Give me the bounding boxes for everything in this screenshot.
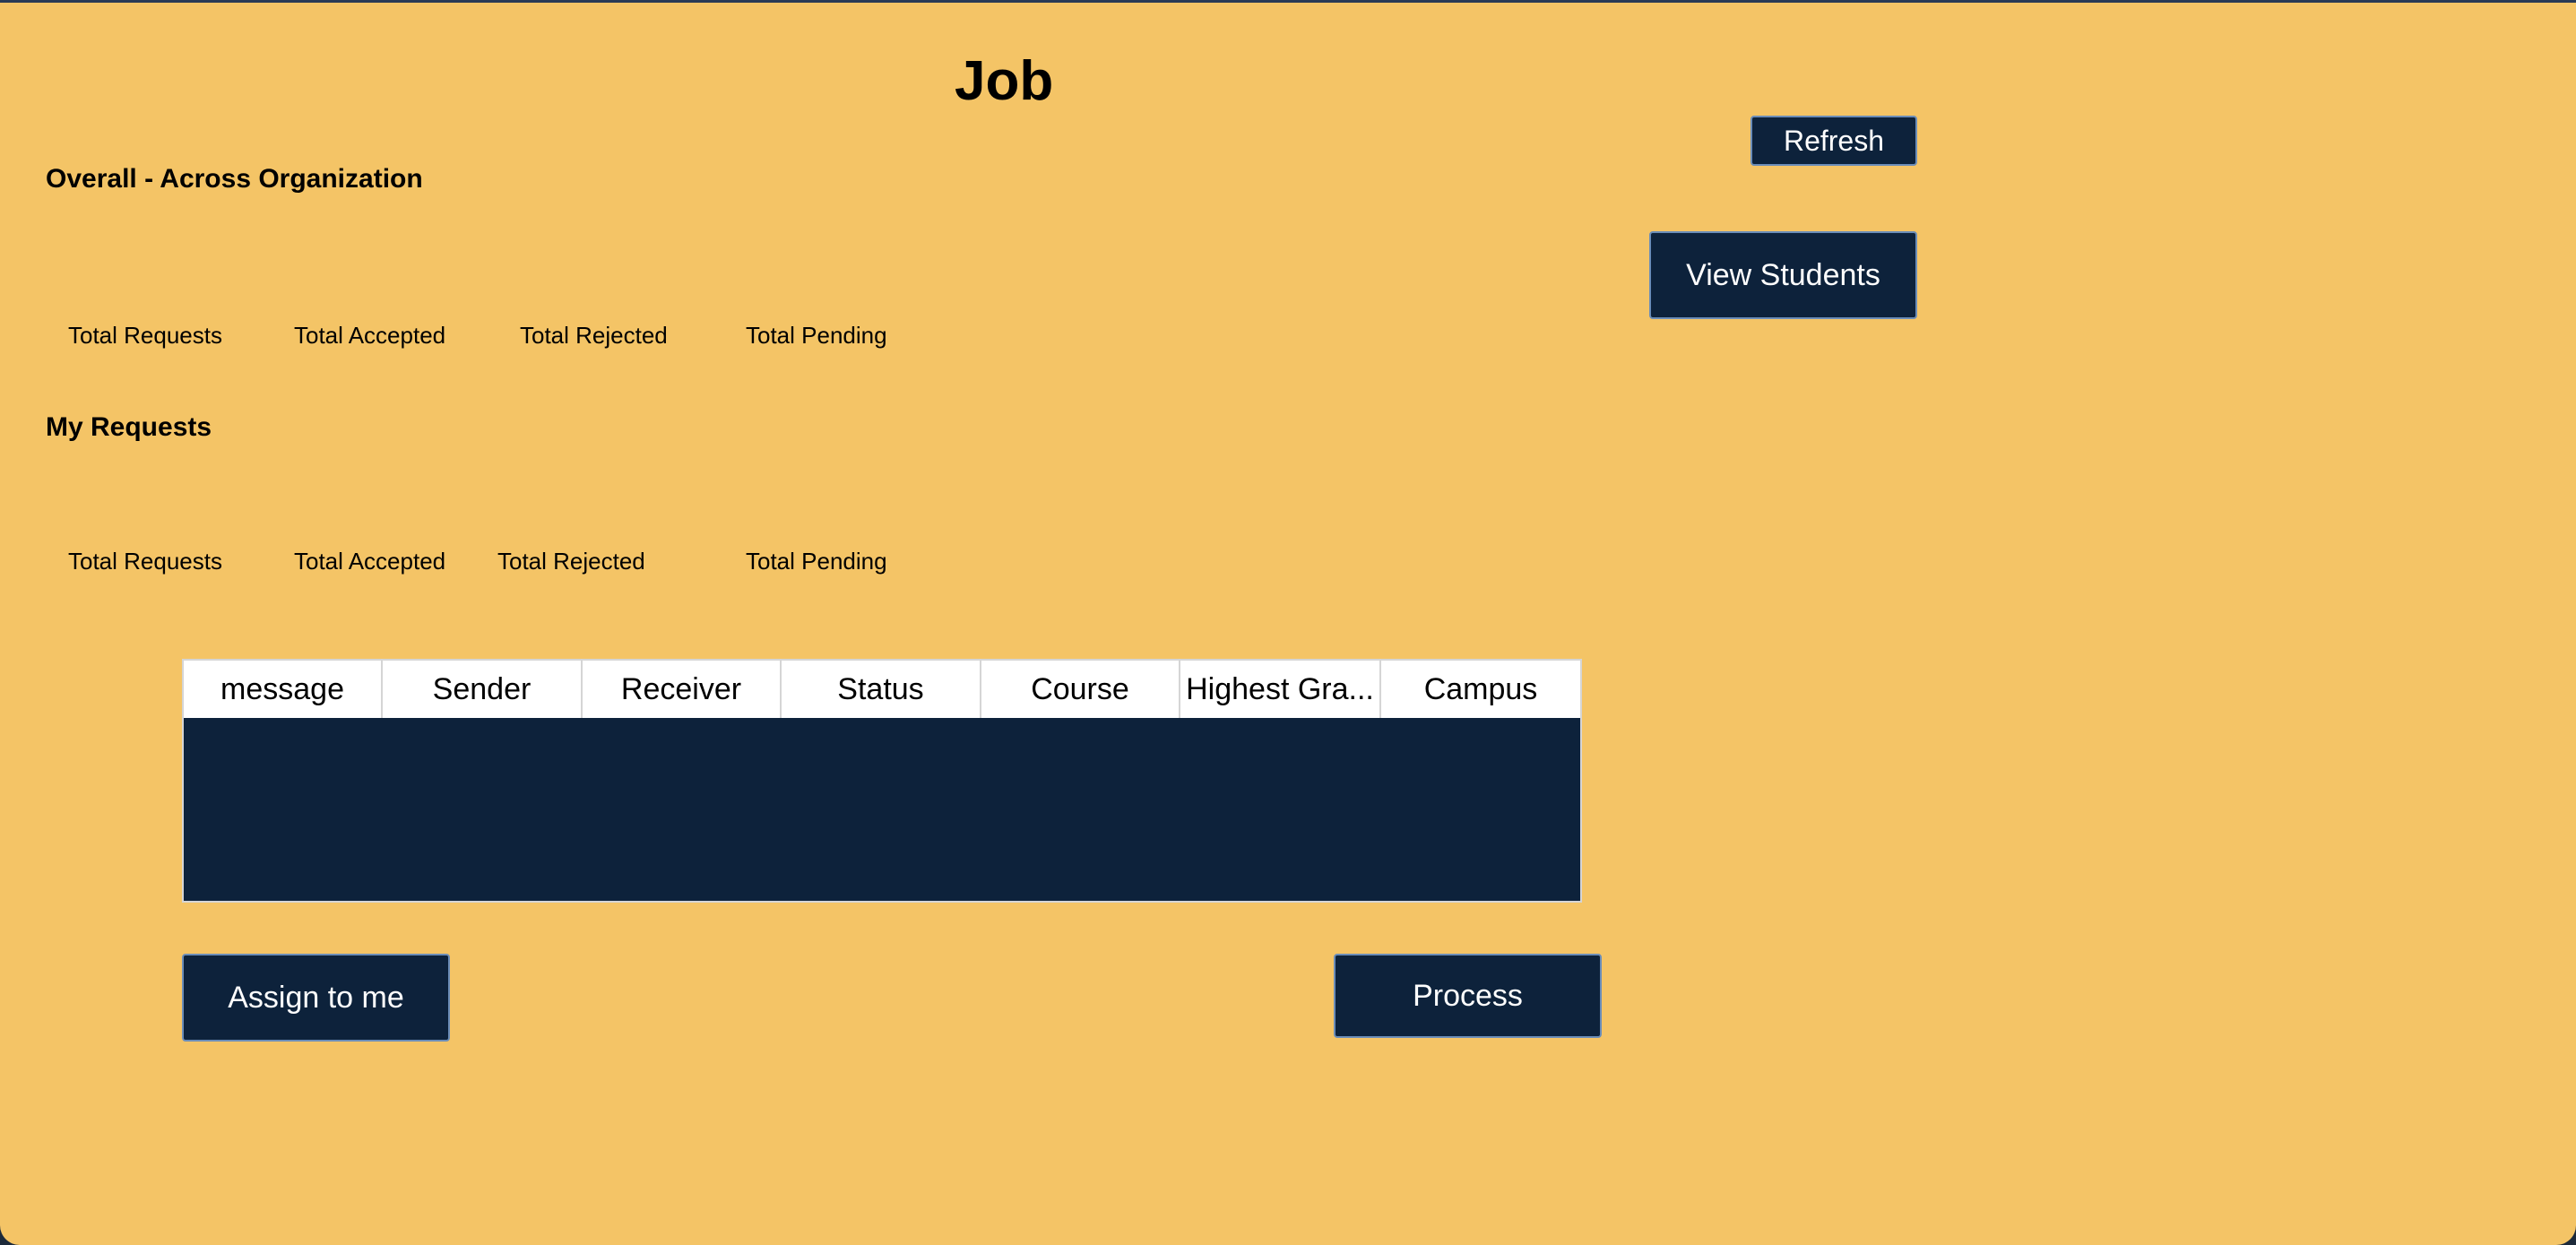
overall-total-pending: Total Pending bbox=[746, 322, 887, 349]
assign-to-me-button[interactable]: Assign to me bbox=[182, 954, 450, 1042]
my-total-rejected: Total Rejected bbox=[497, 548, 645, 575]
job-window: Job Refresh View Students Overall - Acro… bbox=[0, 0, 2576, 1245]
column-header-status[interactable]: Status bbox=[782, 661, 981, 718]
view-students-button[interactable]: View Students bbox=[1649, 231, 1917, 319]
refresh-button[interactable]: Refresh bbox=[1750, 116, 1917, 166]
overall-total-requests: Total Requests bbox=[68, 322, 222, 349]
table-header: message Sender Receiver Status Course Hi… bbox=[184, 661, 1580, 718]
column-header-receiver[interactable]: Receiver bbox=[583, 661, 782, 718]
column-header-campus[interactable]: Campus bbox=[1381, 661, 1580, 718]
my-total-requests: Total Requests bbox=[68, 548, 222, 575]
my-total-pending: Total Pending bbox=[746, 548, 887, 575]
column-header-message[interactable]: message bbox=[184, 661, 383, 718]
my-requests-heading: My Requests bbox=[46, 412, 212, 442]
overall-total-accepted: Total Accepted bbox=[294, 322, 446, 349]
requests-table[interactable]: message Sender Receiver Status Course Hi… bbox=[182, 659, 1582, 903]
process-button[interactable]: Process bbox=[1334, 954, 1602, 1038]
my-total-accepted: Total Accepted bbox=[294, 548, 446, 575]
column-header-highest-grade[interactable]: Highest Gra... bbox=[1180, 661, 1381, 718]
page-title: Job bbox=[955, 50, 1054, 112]
column-header-course[interactable]: Course bbox=[981, 661, 1180, 718]
column-header-sender[interactable]: Sender bbox=[383, 661, 583, 718]
overall-total-rejected: Total Rejected bbox=[520, 322, 668, 349]
overall-heading: Overall - Across Organization bbox=[46, 164, 423, 194]
table-body[interactable] bbox=[184, 718, 1580, 901]
